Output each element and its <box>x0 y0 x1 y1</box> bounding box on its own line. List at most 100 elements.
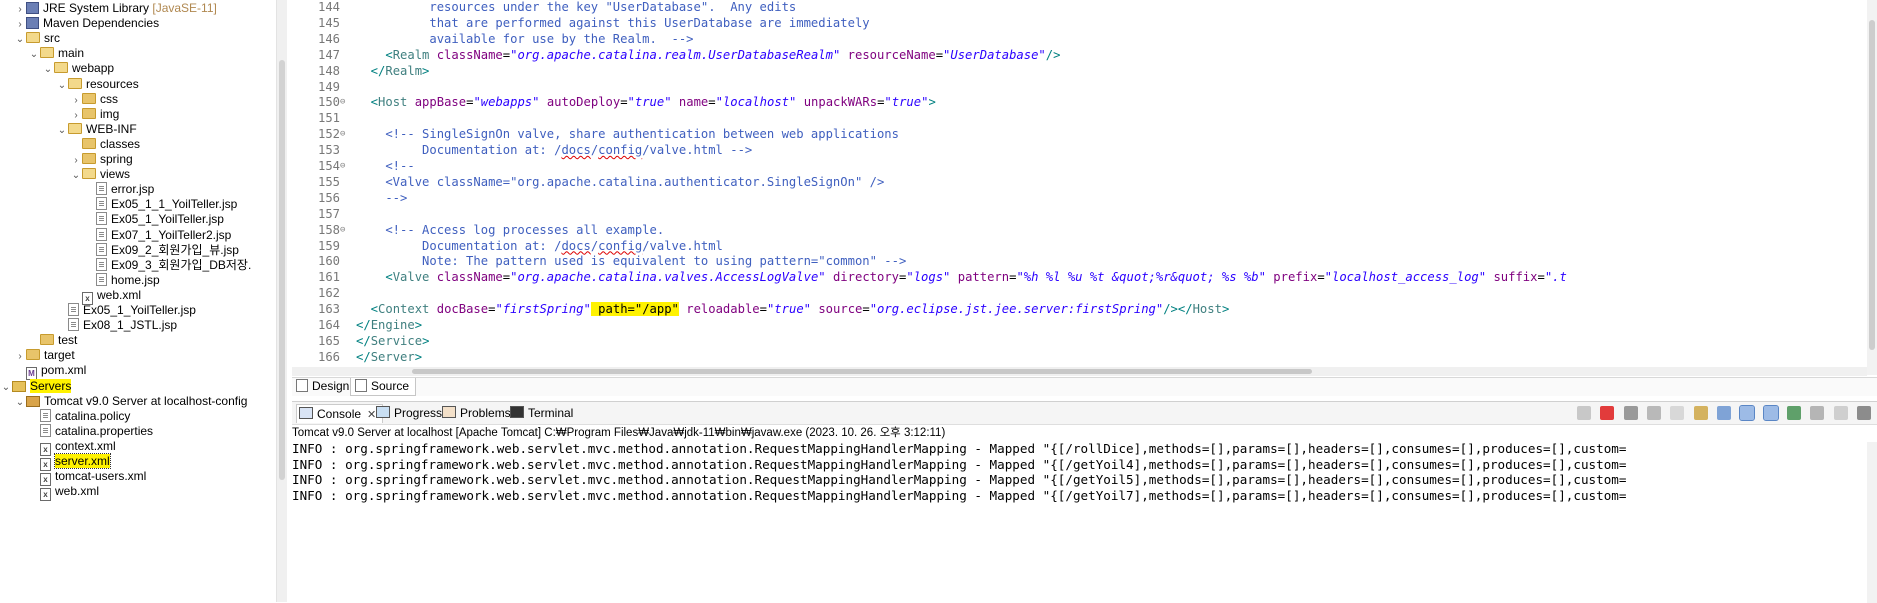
editor-vertical-scrollbar[interactable] <box>1867 0 1877 375</box>
clear-console-icon[interactable] <box>1670 405 1685 420</box>
chevron-down-icon[interactable]: ⌄ <box>14 31 26 49</box>
code-token: Realm <box>392 47 430 62</box>
code-token: available for use by the Realm. --> <box>356 31 694 46</box>
console-panel: Console ✕ Progress Problems Terminal Tomc… <box>292 401 1877 603</box>
code-token: > <box>928 95 936 110</box>
code-line[interactable]: 152 ⊖ <!-- SingleSignOn valve, share auth… <box>292 126 1867 142</box>
code-token: </ <box>356 63 386 78</box>
editor-vscroll-thumb[interactable] <box>1869 20 1875 350</box>
tab-problems[interactable]: Problems <box>440 404 517 422</box>
code-line[interactable]: 149 <box>292 79 1867 95</box>
editor-horizontal-scrollbar[interactable] <box>292 367 1867 376</box>
remove-launch-icon[interactable] <box>1623 405 1638 420</box>
code-editor[interactable]: 144 resources under the key "UserDatabas… <box>292 0 1877 375</box>
code-token: > <box>422 63 430 78</box>
code-token: className <box>436 47 503 62</box>
tree-item-label: target <box>44 348 75 363</box>
folder-open-icon <box>82 168 96 180</box>
chevron-down-icon[interactable]: ⌄ <box>42 61 54 79</box>
tree-item-label: WEB-INF <box>86 121 137 136</box>
chevron-down-icon[interactable]: ⌄ <box>28 46 40 64</box>
fold-toggle-icon[interactable]: ⊖ <box>340 222 350 238</box>
code-line[interactable]: 161 <Valve className="org.apache.catalin… <box>292 269 1867 285</box>
show-on-stdout-icon[interactable] <box>1739 404 1756 421</box>
tree-item-label: web.xml <box>97 287 142 302</box>
code-line[interactable]: 158 ⊖ <!-- Access log processes all examp… <box>292 222 1867 238</box>
code-token: = <box>620 95 628 110</box>
code-line[interactable]: 144 resources under the key "UserDatabas… <box>292 0 1867 15</box>
gear-icon[interactable] <box>1857 405 1871 420</box>
tree-item-label: img <box>100 106 120 121</box>
code-line[interactable]: 157 <box>292 206 1867 222</box>
fold-toggle-icon[interactable]: ⊖ <box>340 94 350 110</box>
folder-open-icon <box>54 62 68 74</box>
code-token: source <box>818 302 863 317</box>
servers-folder-icon <box>12 380 26 392</box>
code-line[interactable]: 151 <box>292 110 1867 126</box>
code-line[interactable]: 148 </Realm> <box>292 63 1867 79</box>
line-number: 159 <box>317 238 340 253</box>
code-line[interactable]: 147 <Realm className="org.apache.catalin… <box>292 47 1867 63</box>
console-toolbar <box>1571 404 1871 421</box>
tab-terminal[interactable]: Terminal <box>508 404 579 422</box>
folder-icon <box>40 334 54 346</box>
code-line[interactable]: 154 ⊖ <!-- <box>292 158 1867 174</box>
code-token: docs <box>561 238 591 253</box>
display-console-icon[interactable] <box>1810 405 1825 420</box>
tab-progress[interactable]: Progress <box>374 404 448 422</box>
remove-all-icon[interactable] <box>1646 405 1661 420</box>
code-token: Documentation at: / <box>356 143 562 158</box>
line-number: 147 <box>317 47 340 62</box>
pin-console-icon[interactable] <box>1786 405 1801 420</box>
code-text: <!-- SingleSignOn valve, share authentic… <box>356 126 899 142</box>
tree-item[interactable]: x web.xml <box>28 482 99 502</box>
code-token: reloadable <box>686 302 760 317</box>
tree-item-label: Ex09_3_회원가입_DB저장. <box>111 257 252 272</box>
fold-toggle-icon[interactable]: ⊖ <box>340 126 350 142</box>
plain-file-icon <box>40 423 51 437</box>
folder-icon <box>82 92 96 104</box>
code-token: suffix <box>1493 270 1538 285</box>
console-icon <box>299 407 313 419</box>
explorer-scroll-thumb[interactable] <box>279 60 285 480</box>
chevron-down-icon[interactable]: ⌄ <box>56 122 68 140</box>
code-token: /> <box>1045 47 1061 62</box>
word-wrap-icon[interactable] <box>1716 405 1731 420</box>
chevron-down-icon[interactable]: ⌄ <box>0 379 12 397</box>
jsp-file-icon <box>96 197 107 211</box>
chevron-down-icon[interactable]: ⌄ <box>70 167 82 185</box>
scroll-lock-icon[interactable] <box>1693 405 1708 420</box>
open-console-icon[interactable] <box>1833 405 1848 420</box>
show-on-stderr-icon[interactable] <box>1762 404 1779 421</box>
tab-source[interactable]: Source <box>350 378 417 396</box>
explorer-scrollbar[interactable] <box>276 0 287 602</box>
code-line[interactable]: 164 </Engine> <box>292 317 1867 333</box>
line-number: 162 <box>317 286 340 301</box>
tab-design[interactable]: Design <box>292 378 355 395</box>
code-line[interactable]: 166 </Server> <box>292 349 1867 365</box>
code-line[interactable]: 162 <box>292 285 1867 301</box>
code-token: Realm <box>385 63 423 78</box>
code-line[interactable]: 155 <Valve className="org.apache.catalin… <box>292 174 1867 190</box>
code-line[interactable]: 146 available for use by the Realm. --> <box>292 31 1867 47</box>
disconnect-icon[interactable] <box>1576 405 1591 420</box>
editor-hscroll-thumb[interactable] <box>412 369 1312 374</box>
code-token: config <box>598 238 643 253</box>
chevron-down-icon[interactable]: ⌄ <box>56 77 68 95</box>
terminate-icon[interactable] <box>1600 405 1615 420</box>
tab-console[interactable]: Console ✕ <box>296 404 384 423</box>
fold-toggle-icon[interactable]: ⊖ <box>340 158 350 174</box>
code-line[interactable]: 160 Note: The pattern used is equivalent… <box>292 253 1867 269</box>
code-line[interactable]: 153 Documentation at: /docs/config/valve… <box>292 142 1867 158</box>
code-line[interactable]: 145 that are performed against this User… <box>292 15 1867 31</box>
console-vertical-scrollbar[interactable] <box>1867 442 1877 603</box>
code-line[interactable]: 150 ⊖ <Host appBase="webapps" autoDeploy=… <box>292 94 1867 110</box>
code-line[interactable]: 165 </Service> <box>292 333 1867 349</box>
code-line[interactable]: 156 --> <box>292 190 1867 206</box>
chevron-down-icon[interactable]: ⌄ <box>14 394 26 412</box>
code-line[interactable]: 159 Documentation at: /docs/config/valve… <box>292 238 1867 254</box>
tree-item-label: Ex09_2_회원가입_뷰.jsp <box>111 242 239 257</box>
code-line[interactable]: 163 <Context docBase = "firstSpring" path=… <box>292 301 1867 317</box>
console-log-line: INFO : org.springframework.web.servlet.m… <box>292 487 1627 503</box>
code-token: appBase <box>414 95 467 110</box>
